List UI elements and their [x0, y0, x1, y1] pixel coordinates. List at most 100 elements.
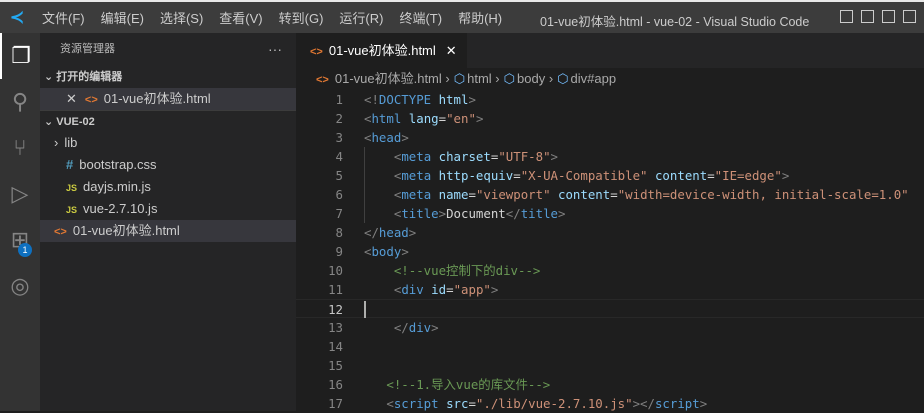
code-token: = [707, 168, 715, 183]
code-text: <head> [364, 128, 409, 147]
code-token: = [513, 168, 521, 183]
element-icon: ⬡ [557, 71, 569, 86]
code-line[interactable]: 5 <meta http-equiv="X-UA-Compatible" con… [296, 166, 924, 185]
menu-item[interactable]: 选择(S) [152, 8, 211, 27]
code-line[interactable]: 11 <div id="app"> [296, 280, 924, 299]
breadcrumb-item[interactable]: body [517, 71, 545, 86]
line-number: 12 [328, 302, 343, 317]
code-text: <body> [364, 242, 409, 261]
more-actions-icon[interactable]: ··· [268, 33, 282, 66]
code-token: = [468, 396, 476, 411]
tree-item-vue[interactable]: JS vue-2.7.10.js [40, 198, 296, 220]
line-number: 16 [328, 377, 343, 392]
code-line[interactable]: 12 [296, 299, 924, 318]
breadcrumb: <> 01-vue初体验.html › ⬡ html › ⬡ body › ⬡ div#app [296, 68, 924, 90]
window-title: 01-vue初体验.html - vue-02 - Visual Studio … [540, 15, 810, 29]
menu-item[interactable]: 运行(R) [331, 8, 391, 27]
code-token: </ [364, 320, 409, 335]
html-file-icon: <> [316, 74, 329, 86]
code-line[interactable]: 3 <head> [296, 128, 924, 147]
code-line[interactable]: 14 [296, 337, 924, 356]
code-line[interactable]: 13 </div> [296, 318, 924, 337]
code-text: </head> [364, 223, 416, 242]
code-text: <meta http-equiv="X-UA-Compatible" conte… [364, 166, 789, 185]
code-token: content [647, 168, 708, 183]
code-line[interactable]: 16 <!--1.导入vue的库文件--> [296, 375, 924, 394]
code-token: < [364, 282, 402, 297]
code-token: > [699, 396, 708, 411]
code-line[interactable]: 17 <script src="./lib/vue-2.7.10.js"></s… [296, 394, 924, 413]
close-icon[interactable]: ✕ [66, 91, 77, 106]
menu-item[interactable]: 帮助(H) [450, 8, 510, 27]
code-token: > [558, 206, 566, 221]
breadcrumb-item[interactable]: 01-vue初体验.html [335, 71, 442, 86]
code-token: > [431, 320, 439, 335]
tree-item-label: lib [64, 135, 78, 150]
code-line[interactable]: 15 [296, 356, 924, 375]
code-line[interactable]: 7 <title>Document</title> [296, 204, 924, 223]
tree-item-bootstrap-css[interactable]: # bootstrap.css [40, 154, 296, 176]
html-file-icon: <> [84, 94, 98, 106]
menu-item[interactable]: 终端(T) [391, 8, 450, 27]
code-area[interactable]: 1 <!DOCTYPE html> 2 <html lang="en"> 3 <head>… [296, 90, 924, 413]
code-text: <html lang="en"> [364, 109, 483, 128]
line-number: 5 [335, 168, 343, 183]
open-editor-item[interactable]: ✕ <> 01-vue初体验.html [40, 88, 296, 110]
code-token: > [438, 206, 447, 221]
html-file-icon: <> [310, 46, 323, 58]
customize-layout-icon[interactable] [903, 10, 916, 23]
source-control-icon[interactable]: ⑂ [0, 125, 40, 171]
toggle-panel-icon[interactable] [861, 10, 874, 23]
code-token: <!--vue控制下的div--> [364, 263, 541, 278]
tab-html-file[interactable]: <> 01-vue初体验.html ✕ [296, 33, 467, 68]
code-line[interactable]: 2 <html lang="en"> [296, 109, 924, 128]
menu-item[interactable]: 编辑(E) [93, 8, 152, 27]
open-editors-section[interactable]: ⌄ 打开的编辑器 [40, 66, 296, 88]
tree-item-label: vue-2.7.10.js [83, 201, 158, 216]
code-line[interactable]: 9 <body> [296, 242, 924, 261]
breadcrumb-item[interactable]: div#app [571, 71, 617, 86]
code-line[interactable]: 1 <!DOCTYPE html> [296, 90, 924, 109]
code-token: < [364, 396, 394, 411]
code-line[interactable]: 8 </head> [296, 223, 924, 242]
code-token: html [371, 111, 402, 126]
js-file-icon: JS [66, 183, 78, 193]
toggle-secondary-sidebar-icon[interactable] [882, 10, 895, 23]
code-token: script [393, 396, 439, 411]
folder-section[interactable]: ⌄ VUE-02 [40, 110, 296, 132]
code-token: > [781, 168, 790, 183]
code-text: <!--vue控制下的div--> [364, 261, 541, 280]
tree-item-lib[interactable]: › lib [40, 132, 296, 154]
code-token: script [654, 396, 700, 411]
menu-item[interactable]: 查看(V) [211, 8, 270, 27]
code-line[interactable]: 4 <meta charset="UTF-8"> [296, 147, 924, 166]
explorer-icon[interactable]: ❐ [0, 33, 40, 79]
menu-item[interactable]: 文件(F) [34, 8, 93, 27]
folder-label: VUE-02 [56, 116, 95, 128]
code-token: "./lib/vue-2.7.10.js" [475, 396, 633, 411]
toggle-sidebar-icon[interactable] [840, 10, 853, 23]
code-token: content [550, 187, 611, 202]
close-tab-icon[interactable]: ✕ [446, 43, 457, 58]
code-token: src [438, 396, 469, 411]
extensions-icon[interactable]: ⊞ 1 [0, 217, 40, 263]
code-line[interactable]: 10 <!--vue控制下的div--> [296, 261, 924, 280]
code-text: <!DOCTYPE html> [364, 90, 476, 109]
code-token: = [610, 187, 618, 202]
code-token: = [468, 187, 476, 202]
breadcrumb-item[interactable]: html [467, 71, 492, 86]
code-token: < [364, 187, 402, 202]
tree-item-dayjs[interactable]: JS dayjs.min.js [40, 176, 296, 198]
run-debug-icon[interactable]: ▷ [0, 171, 40, 217]
code-text: <!--1.导入vue的库文件--> [364, 375, 550, 394]
search-icon[interactable]: ⚲ [0, 79, 40, 125]
title-bar: ≺ 文件(F) 编辑(E) 选择(S) 查看(V) 转到(G) 运行(R) 终端(T) 帮助(… [0, 0, 924, 33]
tree-item-html[interactable]: <> 01-vue初体验.html [40, 220, 296, 242]
code-token: body [371, 244, 402, 259]
code-token: div [401, 282, 424, 297]
code-text: <div id="app"> [364, 280, 499, 299]
menu-item[interactable]: 转到(G) [271, 8, 332, 27]
edge-devtools-icon[interactable]: ◎ [0, 263, 40, 309]
code-line[interactable]: 6 <meta name="viewport" content="width=d… [296, 185, 924, 204]
chevron-down-icon: ⌄ [44, 116, 57, 128]
